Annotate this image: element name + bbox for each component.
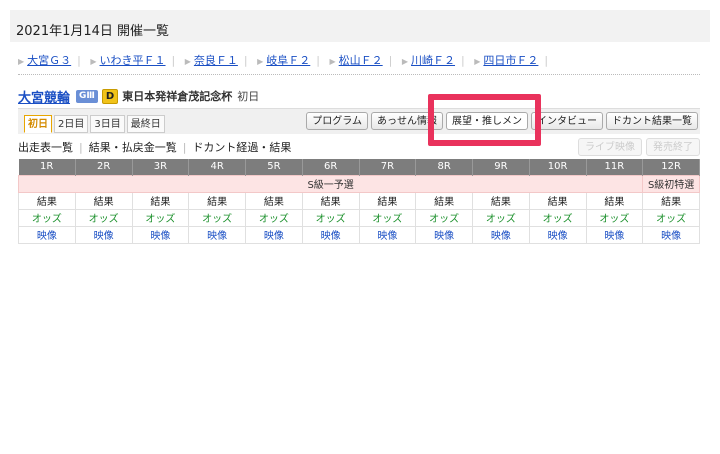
video-row: 映像 映像 映像 映像 映像 映像 映像 映像 映像 映像 映像 映像 [18,225,700,244]
venue-link-matsuyama[interactable]: ▶ 松山Ｆ２ [330,52,383,68]
shussou-link[interactable]: 出走表一覧 [18,139,73,155]
triangle-icon: ▶ [90,57,97,66]
triangle-icon: ▶ [18,57,25,66]
venue-link-gifu[interactable]: ▶ 岐阜Ｆ２ [257,52,310,68]
triangle-icon: ▶ [329,57,336,66]
odds-link[interactable]: オッズ [415,208,473,227]
race-header-11r: 11R [586,159,644,175]
odds-link[interactable]: オッズ [188,208,246,227]
sales-closed-button[interactable]: 発売終了 [646,138,700,156]
odds-link[interactable]: オッズ [245,208,303,227]
race-header-1r: 1R [18,159,76,175]
odds-link[interactable]: オッズ [528,208,587,227]
odds-link[interactable]: オッズ [358,208,417,227]
day-tabs: 初日 2日目 3日目 最終日 [24,115,167,133]
result-link[interactable]: 結果 [472,191,530,210]
result-link[interactable]: 結果 [301,191,360,210]
venue-link-kawasaki[interactable]: ▶ 川崎Ｆ２ [402,52,455,68]
video-link[interactable]: 映像 [642,225,700,244]
result-link[interactable]: 結果 [74,191,133,210]
odds-row: オッズ オッズ オッズ オッズ オッズ オッズ オッズ オッズ オッズ オッズ オッズ オッズ [18,208,700,227]
venue-link-iwakidaira[interactable]: ▶ いわき平Ｆ１ [90,52,165,68]
result-link[interactable]: 結果 [18,191,76,210]
class-last: S級初特選 [642,174,700,193]
tenbou-button[interactable]: 展望・推しメン [446,112,528,130]
cup-name: 東日本発祥倉茂記念杯 [122,90,233,103]
tab-day3[interactable]: 3日目 [90,115,125,133]
grade-badge: GⅢ [76,89,98,103]
race-header-12r: 12R [642,159,700,175]
race-header-4r: 4R [188,159,246,175]
video-link[interactable]: 映像 [74,225,133,244]
triangle-icon: ▶ [257,57,264,66]
video-link[interactable]: 映像 [188,225,246,244]
race-header-10r: 10R [529,159,587,175]
odds-link[interactable]: オッズ [131,208,190,227]
result-link[interactable]: 結果 [642,191,700,210]
result-link[interactable]: 結果 [528,191,587,210]
odds-link[interactable]: オッズ [74,208,133,227]
triangle-icon: ▶ [401,57,409,66]
odds-link[interactable]: オッズ [585,208,644,227]
result-link[interactable]: 結果 [415,191,473,210]
class-row: S級一予選 S級初特選 [17,174,700,193]
video-link[interactable]: 映像 [131,225,190,244]
odds-link[interactable]: オッズ [301,208,360,227]
result-link[interactable]: 結果 [245,191,303,210]
dokanto-keika-link[interactable]: ドカント経過・結果 [192,139,291,155]
triangle-icon: ▶ [474,57,481,66]
sub-links: 出走表一覧 | 結果・払戻金一覧 | ドカント経過・結果 ライブ映像 発売終了 [18,136,700,158]
result-row: 結果 結果 結果 結果 結果 結果 結果 結果 結果 結果 結果 結果 [18,191,700,210]
race-title: 大宮競輪 GⅢ D 東日本発祥倉茂記念杯 初日 [18,87,260,106]
video-link[interactable]: 映像 [358,225,417,244]
video-link[interactable]: 映像 [18,225,76,244]
race-header-2r: 2R [75,159,133,175]
video-link[interactable]: 映像 [415,225,473,244]
venue-links: ▶ 大宮Ｇ３ | ▶ いわき平Ｆ１ | ▶ 奈良Ｆ１ | ▶ 岐阜Ｆ２ | ▶ 松山Ｆ２ | ▶ 川崎… [18,52,549,68]
d-badge: D [101,88,119,104]
video-link[interactable]: 映像 [472,225,530,244]
assen-button[interactable]: あっせん情報 [371,112,443,130]
race-header-row: 1R 2R 3R 4R 5R 6R 7R 8R 9R 10R 11R 12R [18,159,700,175]
live-video-button[interactable]: ライブ映像 [578,138,642,156]
kekka-link[interactable]: 結果・払戻金一覧 [89,139,177,155]
odds-link[interactable]: オッズ [642,208,700,227]
page-title: 2021年1月14日 開催一覧 [16,24,170,39]
race-header-8r: 8R [415,159,473,175]
race-table: 1R 2R 3R 4R 5R 6R 7R 8R 9R 10R 11R 12R S級一予選 S級初特選 … [17,159,700,244]
video-link[interactable]: 映像 [585,225,644,244]
program-button[interactable]: プログラム [306,112,368,130]
video-link[interactable]: 映像 [245,225,303,244]
race-header-3r: 3R [132,159,190,175]
odds-link[interactable]: オッズ [18,208,76,227]
odds-link[interactable]: オッズ [472,208,530,227]
race-header-5r: 5R [245,159,303,175]
date-header: 2021年1月14日 開催一覧 [10,10,710,42]
tab-day2[interactable]: 2日目 [54,115,89,133]
dokanto-results-button[interactable]: ドカント結果一覧 [606,112,698,130]
result-link[interactable]: 結果 [585,191,644,210]
triangle-icon: ▶ [184,57,191,66]
video-link[interactable]: 映像 [528,225,587,244]
track-link[interactable]: 大宮競輪 [18,87,70,106]
result-link[interactable]: 結果 [188,191,246,210]
venue-link-yokkaichi[interactable]: ▶ 四日市Ｆ２ [474,52,538,68]
race-header-6r: 6R [302,159,360,175]
class-main: S級一予選 [17,174,644,193]
race-panel: 初日 2日目 3日目 最終日 プログラム あっせん情報 展望・推しメン インタビ… [18,108,700,134]
venue-link-nara[interactable]: ▶ 奈良Ｆ１ [185,52,238,68]
tab-day1[interactable]: 初日 [24,115,52,133]
day-label: 初日 [237,90,260,103]
result-link[interactable]: 結果 [358,191,417,210]
race-header-7r: 7R [359,159,417,175]
action-buttons: プログラム あっせん情報 展望・推しメン インタビュー ドカント結果一覧 [303,112,698,130]
race-header-9r: 9R [472,159,530,175]
result-link[interactable]: 結果 [131,191,190,210]
interview-button[interactable]: インタビュー [531,112,603,130]
video-link[interactable]: 映像 [301,225,360,244]
tab-final-day[interactable]: 最終日 [126,115,165,133]
divider [18,74,700,75]
venue-link-omiya[interactable]: ▶ 大宮Ｇ３ [18,52,71,68]
